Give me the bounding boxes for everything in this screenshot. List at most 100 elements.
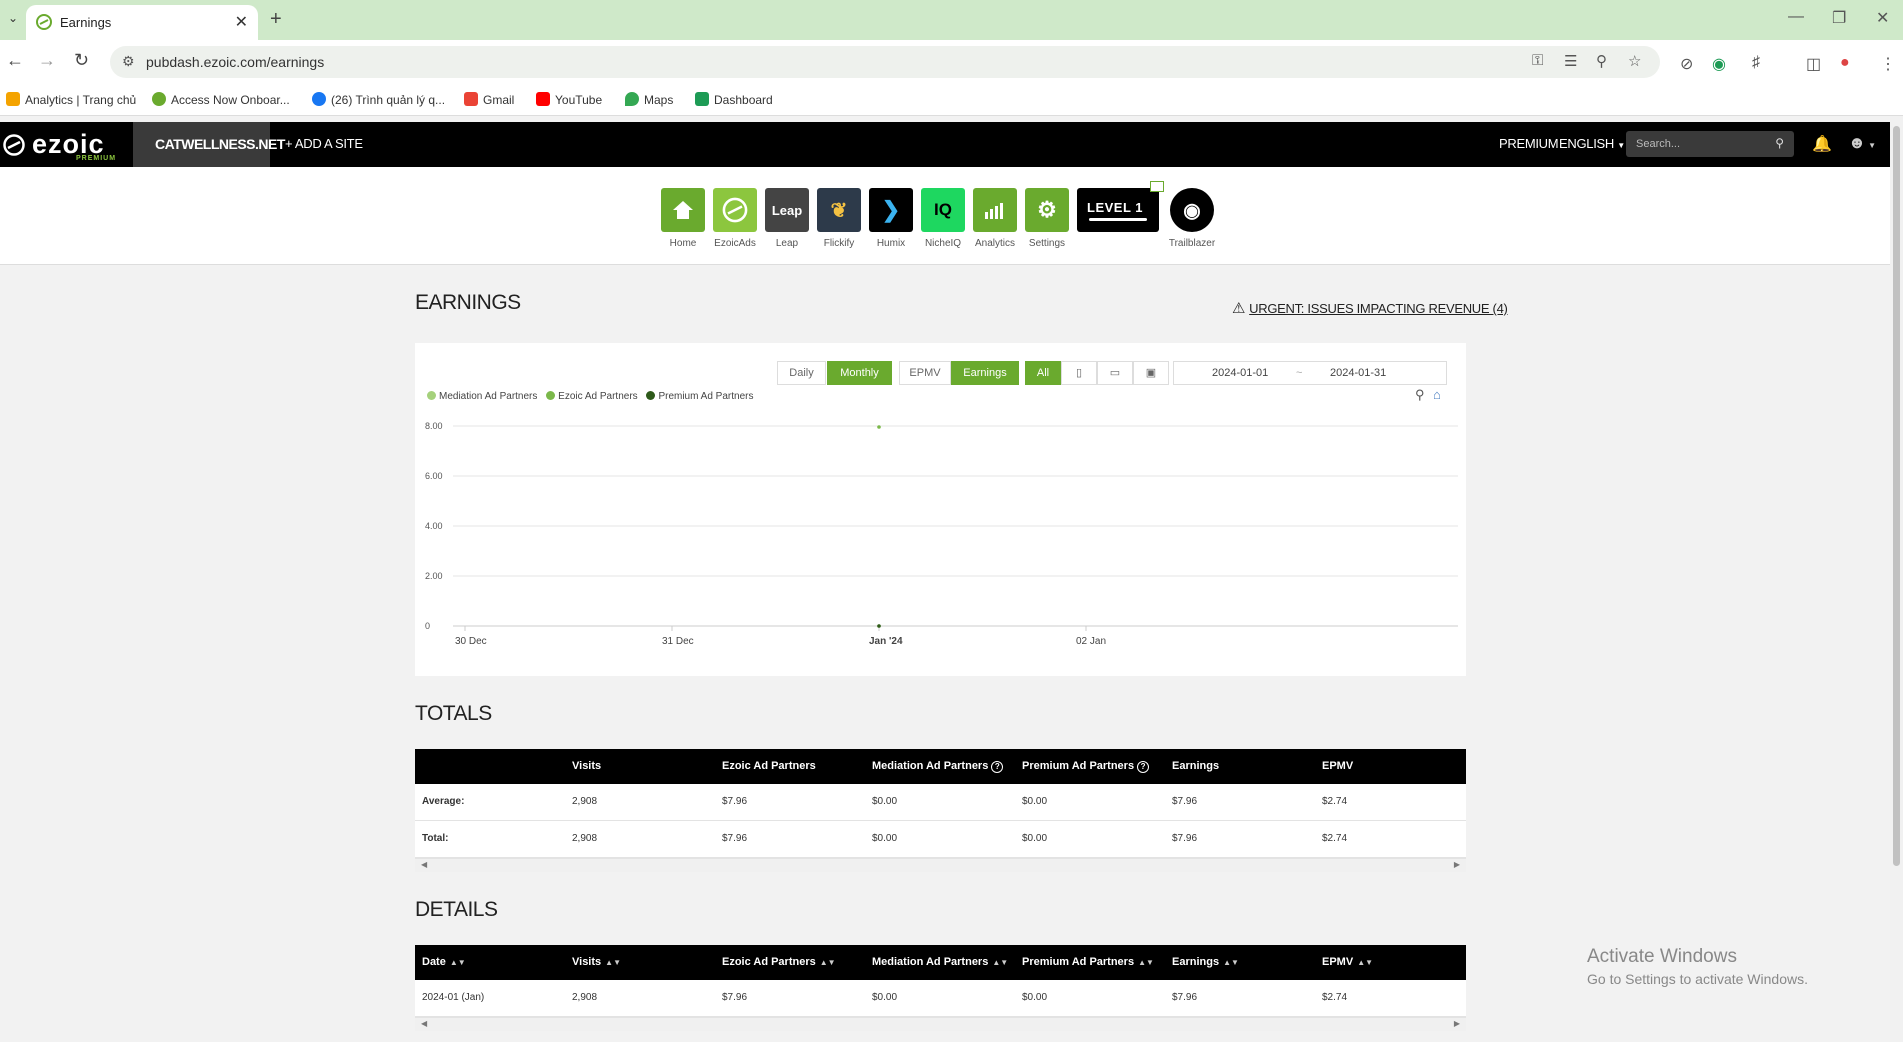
translate-icon[interactable]: ☰ bbox=[1564, 52, 1577, 70]
col-date[interactable]: Date ▲▼ bbox=[422, 956, 466, 968]
x-tick-label: 02 Jan bbox=[1076, 636, 1106, 647]
app-nicheiq[interactable]: IQ NicheIQ bbox=[921, 188, 965, 249]
grammarly-icon[interactable]: ◉ bbox=[1712, 54, 1726, 74]
col-mediation[interactable]: Mediation Ad Partners ▲▼ bbox=[872, 956, 1008, 968]
totals-horizontal-scrollbar[interactable]: ◀ ▶ bbox=[415, 858, 1466, 872]
site-name: CATWELLNESS.NET bbox=[155, 136, 285, 152]
site-selector[interactable]: CATWELLNESS.NET bbox=[133, 122, 285, 167]
user-menu-icon[interactable]: ☻ ▼ bbox=[1848, 133, 1876, 153]
details-horizontal-scrollbar[interactable]: ◀ ▶ bbox=[415, 1017, 1466, 1031]
sort-icon: ▲▼ bbox=[1223, 958, 1239, 967]
scroll-left-icon[interactable]: ◀ bbox=[421, 860, 427, 869]
data-point-ezoic-ad-partners bbox=[877, 425, 881, 429]
sort-icon: ▲▼ bbox=[1138, 958, 1154, 967]
app-settings[interactable]: ⚙ Settings bbox=[1025, 188, 1069, 249]
caret-down-icon: ▼ bbox=[1617, 141, 1625, 150]
browser-tab[interactable]: Earnings ✕ bbox=[26, 5, 258, 40]
bookmark-dashboard[interactable]: Dashboard bbox=[695, 92, 773, 107]
sort-icon: ▲▼ bbox=[819, 958, 836, 967]
search-input[interactable]: Search... ⚲ bbox=[1626, 131, 1794, 157]
mail-icon[interactable] bbox=[1150, 181, 1164, 192]
password-key-icon[interactable]: ⚿ bbox=[1532, 52, 1543, 69]
analytics-bookmark-icon bbox=[6, 92, 20, 106]
window-close-icon[interactable]: ✕ bbox=[1876, 8, 1889, 28]
site-info-icon[interactable]: ⚙ bbox=[122, 53, 135, 70]
app-analytics[interactable]: Analytics bbox=[973, 188, 1017, 249]
bookmark-youtube[interactable]: YouTube bbox=[536, 92, 602, 107]
app-ezoicads[interactable]: EzoicAds bbox=[713, 188, 757, 249]
earnings-chart-card: Daily Monthly EPMV Earnings All ▯ ▭ ▣ 20… bbox=[415, 343, 1466, 676]
maps-pin-icon bbox=[625, 92, 639, 106]
scroll-left-icon[interactable]: ◀ bbox=[421, 1019, 427, 1028]
warning-icon: ⚠ bbox=[1232, 300, 1246, 317]
col-earnings: Earnings bbox=[1172, 760, 1220, 772]
forward-icon[interactable]: → bbox=[38, 50, 56, 71]
help-icon[interactable]: ? bbox=[991, 761, 1004, 773]
back-icon[interactable]: ← bbox=[6, 50, 24, 71]
app-home[interactable]: Home bbox=[661, 188, 705, 249]
totals-title: TOTALS bbox=[415, 702, 492, 725]
urgent-issues-link[interactable]: ⚠ URGENT: ISSUES IMPACTING REVENUE (4) bbox=[1232, 299, 1508, 317]
trailblazer-icon: ◉ bbox=[1170, 188, 1214, 232]
browser-menu-icon[interactable]: ⋮ bbox=[1880, 54, 1896, 74]
details-header-row: Date ▲▼ Visits ▲▼ Ezoic Ad Partners ▲▼ Medi… bbox=[415, 945, 1466, 980]
sort-icon: ▲▼ bbox=[449, 958, 466, 967]
col-premium[interactable]: Premium Ad Partners ▲▼ bbox=[1022, 956, 1154, 968]
bookmark-access-now[interactable]: Access Now Onboar... bbox=[152, 92, 290, 107]
logo-premium: PREMIUM bbox=[76, 155, 117, 162]
tab-close-icon[interactable]: ✕ bbox=[235, 12, 248, 32]
details-title: DETAILS bbox=[415, 898, 498, 921]
level-badge[interactable]: LEVEL 1 bbox=[1077, 188, 1159, 232]
page-scroll-thumb[interactable] bbox=[1893, 126, 1900, 866]
app-trailblazer[interactable]: ◉ Trailblazer bbox=[1169, 188, 1215, 249]
add-site-link[interactable]: + ADD A SITE bbox=[285, 136, 363, 151]
scroll-right-icon[interactable]: ▶ bbox=[1454, 860, 1460, 869]
address-bar[interactable]: ⚙ pubdash.ezoic.com/earnings ⚿ ☰ ⚲ ☆ bbox=[110, 46, 1660, 78]
page-scrollbar[interactable] bbox=[1890, 116, 1903, 1042]
app-humix[interactable]: ❯ Humix bbox=[869, 188, 913, 249]
data-point-premium-ad-partners bbox=[877, 624, 881, 628]
profile-avatar-icon[interactable]: ● bbox=[1840, 54, 1850, 72]
col-earnings[interactable]: Earnings ▲▼ bbox=[1172, 956, 1239, 968]
x-tick-label: Jan '24 bbox=[869, 636, 903, 647]
app-flickify[interactable]: ❦ Flickify bbox=[817, 188, 861, 249]
bookmark-gmail[interactable]: Gmail bbox=[464, 92, 514, 107]
reload-icon[interactable]: ↻ bbox=[74, 50, 89, 71]
col-mediation: Mediation Ad Partners? bbox=[872, 760, 1004, 773]
zoom-icon[interactable]: ⚲ bbox=[1596, 52, 1607, 70]
side-panel-icon[interactable]: ◫ bbox=[1806, 54, 1821, 74]
y-tick-label: 6.00 bbox=[425, 471, 443, 481]
bookmark-star-icon[interactable]: ☆ bbox=[1628, 52, 1641, 70]
minimize-icon[interactable]: — bbox=[1788, 8, 1804, 26]
bookmark-analytics[interactable]: Analytics | Trang chủ bbox=[6, 92, 136, 107]
ezoic-bookmark-icon bbox=[152, 92, 166, 106]
new-tab-icon[interactable]: + bbox=[270, 8, 282, 31]
bookmarks-bar: Analytics | Trang chủ Access Now Onboar.… bbox=[0, 84, 1903, 116]
scroll-right-icon[interactable]: ▶ bbox=[1454, 1019, 1460, 1028]
bookmark-facebook[interactable]: (26) Trình quản lý q... bbox=[312, 92, 445, 107]
earnings-title: EARNINGS bbox=[415, 291, 521, 314]
col-visits[interactable]: Visits ▲▼ bbox=[572, 956, 621, 968]
search-icon[interactable]: ⚲ bbox=[1775, 136, 1784, 150]
gmail-icon bbox=[464, 92, 478, 106]
language-dropdown[interactable]: ENGLISH ▼ bbox=[1559, 136, 1625, 151]
sort-icon: ▲▼ bbox=[605, 958, 621, 967]
tab-search-icon[interactable]: ⌄ bbox=[4, 11, 22, 29]
ezoic-logo[interactable]: ezoic PREMIUM bbox=[2, 127, 128, 165]
extension-ezoic-icon[interactable]: ⊘ bbox=[1680, 54, 1693, 74]
notifications-bell-icon[interactable]: 🔔 bbox=[1812, 134, 1832, 154]
help-icon[interactable]: ? bbox=[1137, 761, 1150, 773]
earnings-chart: 0 2.00 4.00 6.00 8.00 30 Dec 31 Dec Jan '24 02 J… bbox=[425, 421, 1458, 647]
bookmark-maps[interactable]: Maps bbox=[625, 92, 673, 107]
extensions-puzzle-icon[interactable]: ♯ bbox=[1752, 54, 1760, 72]
sort-icon: ▲▼ bbox=[992, 958, 1009, 967]
col-epmv[interactable]: EPMV ▲▼ bbox=[1322, 956, 1373, 968]
totals-header-row: Visits Ezoic Ad Partners Mediation Ad Pa… bbox=[415, 749, 1466, 784]
facebook-icon bbox=[312, 92, 326, 106]
ezoic-icon bbox=[713, 188, 757, 232]
col-ezoic[interactable]: Ezoic Ad Partners ▲▼ bbox=[722, 956, 836, 968]
restore-icon[interactable]: ❐ bbox=[1832, 8, 1846, 28]
premium-link[interactable]: PREMIUM bbox=[1499, 136, 1559, 151]
app-leap[interactable]: Leap Leap bbox=[765, 188, 809, 249]
level-progress-bar bbox=[1089, 218, 1147, 221]
